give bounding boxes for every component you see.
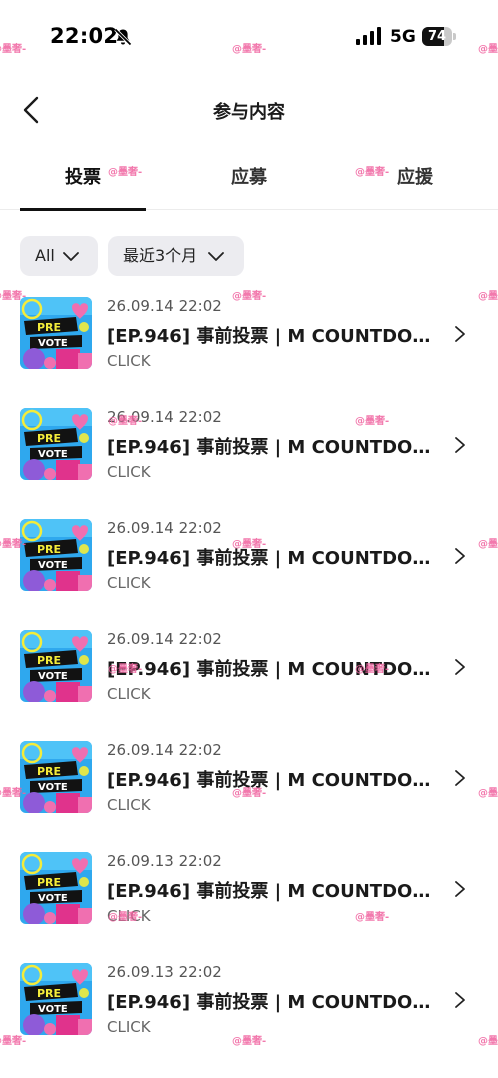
battery-icon: 74 — [422, 27, 456, 46]
list-item[interactable]: PRE VOTE 26.09.14 22:02 [EP.946] 事前投票 | … — [0, 731, 498, 831]
item-date: 26.09.14 22:02 — [107, 741, 222, 759]
item-status: CLICK — [107, 1018, 151, 1036]
item-status: CLICK — [107, 352, 151, 370]
list-item[interactable]: PRE VOTE 26.09.13 22:02 [EP.946] 事前投票 | … — [0, 953, 498, 1053]
thumbnail-line2: VOTE — [38, 782, 68, 793]
list-item[interactable]: PRE VOTE 26.09.14 22:02 [EP.946] 事前投票 | … — [0, 620, 498, 720]
pre-vote-thumbnail: PRE VOTE — [20, 963, 92, 1035]
screen: 22:02 5G 74 参与内容 投票 应募 应援 All 最近3个月 PRE … — [0, 0, 498, 1078]
chevron-down-icon — [208, 252, 224, 261]
thumbnail-line1: PRE — [37, 432, 61, 445]
item-title: [EP.946] 事前投票 | M COUNTDOWN — [107, 548, 437, 569]
item-title: [EP.946] 事前投票 | M COUNTDOWN — [107, 437, 437, 458]
filter-period-dropdown[interactable]: 最近3个月 — [108, 236, 244, 276]
chevron-right-icon — [455, 437, 465, 453]
list-item[interactable]: PRE VOTE 26.09.14 22:02 [EP.946] 事前投票 | … — [0, 287, 498, 387]
thumbnail-line2: VOTE — [38, 449, 68, 460]
item-title: [EP.946] 事前投票 | M COUNTDOWN — [107, 881, 437, 902]
thumbnail-line1: PRE — [37, 987, 61, 1000]
chevron-right-icon — [455, 326, 465, 342]
pre-vote-thumbnail: PRE VOTE — [20, 852, 92, 924]
pre-vote-thumbnail: PRE VOTE — [20, 297, 92, 369]
chevron-down-icon — [63, 252, 79, 261]
item-date: 26.09.14 22:02 — [107, 297, 222, 315]
pre-vote-thumbnail: PRE VOTE — [20, 519, 92, 591]
pre-vote-thumbnail: PRE VOTE — [20, 630, 92, 702]
tab-apply[interactable]: 应募 — [186, 150, 312, 210]
item-date: 26.09.13 22:02 — [107, 852, 222, 870]
tab-bar: 投票 应募 应援 — [0, 150, 498, 211]
status-time: 22:02 — [50, 24, 119, 48]
filter-period-label: 最近3个月 — [123, 246, 198, 265]
item-status: CLICK — [107, 685, 151, 703]
signal-icon — [356, 27, 381, 45]
bell-mute-icon — [114, 28, 132, 46]
thumbnail-line1: PRE — [37, 321, 61, 334]
chevron-right-icon — [455, 881, 465, 897]
pre-vote-thumbnail: PRE VOTE — [20, 408, 92, 480]
chevron-right-icon — [455, 659, 465, 675]
thumbnail-line2: VOTE — [38, 1004, 68, 1015]
page-title: 参与内容 — [213, 102, 285, 123]
chevron-right-icon — [455, 992, 465, 1008]
status-bar: 22:02 5G 74 — [0, 0, 498, 72]
header: 参与内容 — [0, 80, 498, 140]
thumbnail-line1: PRE — [37, 654, 61, 667]
thumbnail-line2: VOTE — [38, 671, 68, 682]
item-status: CLICK — [107, 463, 151, 481]
item-status: CLICK — [107, 907, 151, 925]
item-date: 26.09.13 22:02 — [107, 963, 222, 981]
item-title: [EP.946] 事前投票 | M COUNTDOWN — [107, 770, 437, 791]
thumbnail-line1: PRE — [37, 876, 61, 889]
network-label: 5G — [390, 27, 416, 47]
battery-level: 74 — [427, 29, 447, 44]
list-item[interactable]: PRE VOTE 26.09.14 22:02 [EP.946] 事前投票 | … — [0, 398, 498, 498]
filter-type-dropdown[interactable]: All — [20, 236, 98, 276]
tab-vote[interactable]: 投票 — [20, 150, 146, 211]
item-title: [EP.946] 事前投票 | M COUNTDOWN — [107, 326, 437, 347]
list-item[interactable]: PRE VOTE 26.09.13 22:02 [EP.946] 事前投票 | … — [0, 842, 498, 942]
item-title: [EP.946] 事前投票 | M COUNTDOWN — [107, 659, 437, 680]
pre-vote-thumbnail: PRE VOTE — [20, 741, 92, 813]
list-item[interactable]: PRE VOTE 26.09.14 22:02 [EP.946] 事前投票 | … — [0, 509, 498, 609]
thumbnail-line2: VOTE — [38, 893, 68, 904]
thumbnail-line2: VOTE — [38, 338, 68, 349]
thumbnail-line1: PRE — [37, 765, 61, 778]
chevron-right-icon — [455, 548, 465, 564]
filter-type-label: All — [35, 246, 55, 265]
item-title: [EP.946] 事前投票 | M COUNTDOWN — [107, 992, 437, 1013]
thumbnail-line2: VOTE — [38, 560, 68, 571]
chevron-right-icon — [455, 770, 465, 786]
thumbnail-line1: PRE — [37, 543, 61, 556]
tab-support[interactable]: 应援 — [352, 150, 478, 210]
item-date: 26.09.14 22:02 — [107, 630, 222, 648]
item-status: CLICK — [107, 574, 151, 592]
item-date: 26.09.14 22:02 — [107, 519, 222, 537]
item-status: CLICK — [107, 796, 151, 814]
item-date: 26.09.14 22:02 — [107, 408, 222, 426]
